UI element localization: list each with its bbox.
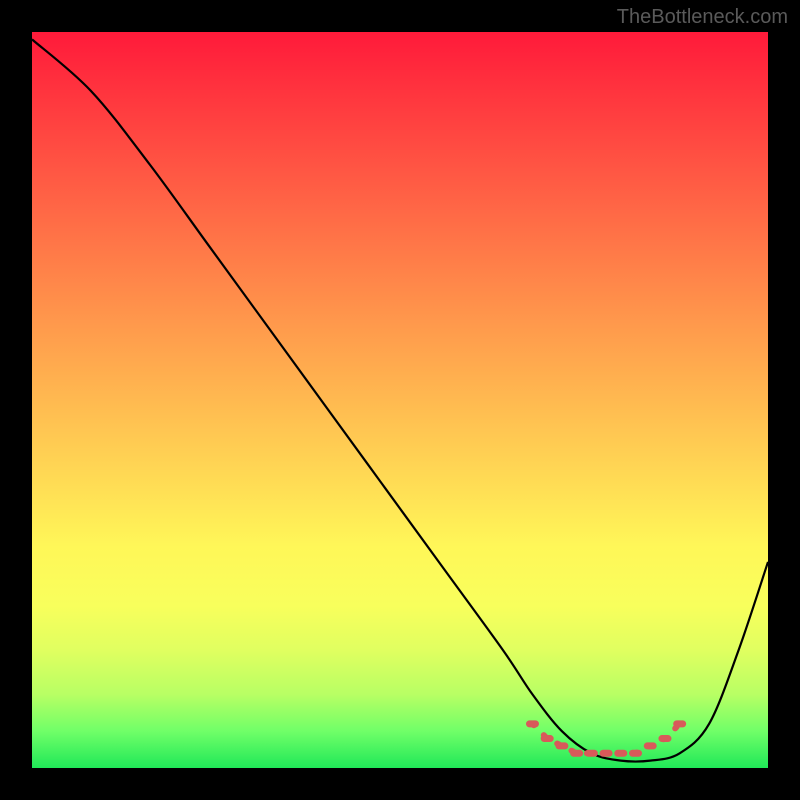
chart-plot-area — [32, 32, 768, 768]
minimum-marker-path — [529, 724, 682, 753]
chart-svg — [32, 32, 768, 768]
attribution-text: TheBottleneck.com — [617, 6, 788, 29]
bottleneck-curve-line — [32, 39, 768, 761]
minimum-marker-dots — [529, 724, 682, 753]
minimum-marker-underline — [532, 724, 679, 753]
